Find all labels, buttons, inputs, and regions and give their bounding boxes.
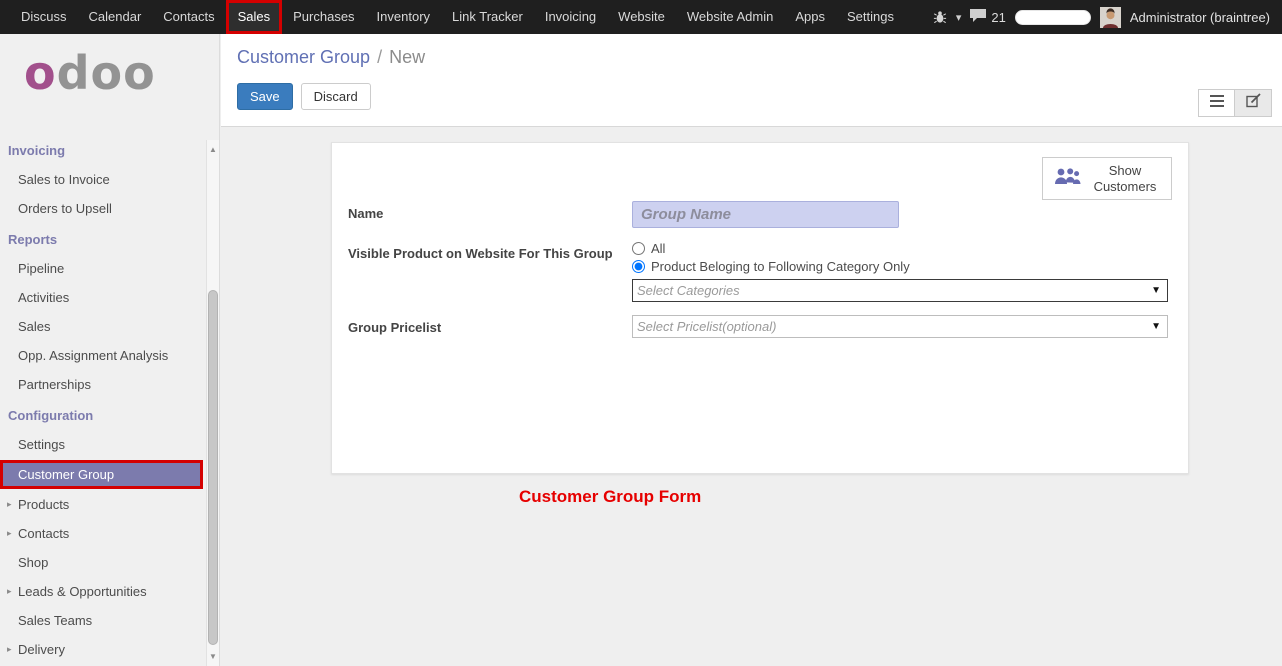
visibility-option-all[interactable]: All [632, 241, 1168, 256]
top-menu-inventory[interactable]: Inventory [366, 0, 441, 34]
sidebar: odoo Invoicing Sales to Invoice Orders t… [0, 34, 220, 666]
discard-button[interactable]: Discard [301, 83, 371, 110]
sidebar-item-label: Products [18, 497, 69, 512]
avatar[interactable] [1100, 7, 1121, 28]
sidebar-item-opp-assignment-analysis[interactable]: Opp. Assignment Analysis [0, 341, 219, 370]
radio-category-only[interactable] [632, 260, 645, 273]
sidebar-item-products[interactable]: ▸ Products [0, 490, 219, 519]
sidebar-item-label: Contacts [18, 526, 69, 541]
breadcrumb-parent-link[interactable]: Customer Group [237, 47, 370, 67]
sidebar-item-customer-group[interactable]: Customer Group [0, 460, 203, 489]
top-menu-website[interactable]: Website [607, 0, 676, 34]
debug-bug-icon[interactable] [933, 10, 947, 24]
top-menu-discuss[interactable]: Discuss [10, 0, 78, 34]
top-menu-contacts[interactable]: Contacts [152, 0, 225, 34]
top-menu-sales[interactable]: Sales [226, 0, 283, 34]
chat-bubble-icon [970, 9, 986, 25]
show-customers-button[interactable]: Show Customers [1042, 157, 1172, 200]
list-view-button[interactable] [1198, 89, 1235, 117]
list-view-icon [1210, 94, 1224, 112]
messages-count: 21 [991, 10, 1005, 25]
expand-arrow-icon: ▸ [7, 586, 12, 597]
sidebar-item-partnerships[interactable]: Partnerships [0, 370, 219, 399]
radio-all-label: All [651, 241, 665, 256]
sidebar-item-activities[interactable]: Activities [0, 283, 219, 312]
progress-pill [1015, 10, 1091, 25]
breadcrumb: Customer Group / New [221, 34, 1282, 68]
sidebar-item-delivery[interactable]: ▸ Delivery [0, 635, 219, 664]
customer-group-form-card: Show Customers Name Visible Product on W… [331, 142, 1189, 474]
group-name-input[interactable] [632, 201, 899, 228]
sidebar-item-pipeline[interactable]: Pipeline [0, 254, 219, 283]
dropdown-caret-icon: ▼ [1151, 321, 1161, 332]
expand-arrow-icon: ▸ [7, 499, 12, 510]
top-menu-invoicing[interactable]: Invoicing [534, 0, 607, 34]
pricelist-select-placeholder: Select Pricelist(optional) [637, 319, 776, 334]
top-menu-purchases[interactable]: Purchases [282, 0, 365, 34]
visibility-option-category[interactable]: Product Beloging to Following Category O… [632, 259, 1168, 274]
control-panel: Customer Group / New Save Discard [221, 34, 1282, 127]
show-customers-label: Show Customers [1089, 163, 1161, 194]
scroll-up-arrow-icon[interactable]: ▲ [207, 144, 219, 156]
edit-pencil-icon [1246, 93, 1261, 113]
sidebar-item-settings[interactable]: Settings [0, 430, 219, 459]
expand-arrow-icon: ▸ [7, 528, 12, 539]
sidebar-item-label: Leads & Opportunities [18, 584, 147, 599]
sidebar-scrollbar: ▲ ▼ [206, 140, 219, 666]
action-buttons: Save Discard [237, 83, 1282, 110]
customers-group-icon [1053, 167, 1081, 190]
sidebar-section-invoicing: Invoicing [0, 134, 219, 165]
sidebar-menu: Invoicing Sales to Invoice Orders to Ups… [0, 126, 219, 664]
topbar-right-cluster: ▾ 21 Administrator (braintree) [933, 7, 1282, 28]
top-menu-website-admin[interactable]: Website Admin [676, 0, 784, 34]
user-menu[interactable]: Administrator (braintree) [1130, 10, 1270, 25]
sidebar-section-reports: Reports [0, 223, 219, 254]
main-content: Customer Group / New Save Discard [221, 34, 1282, 666]
breadcrumb-separator: / [377, 47, 382, 67]
pricelist-select[interactable]: Select Pricelist(optional) ▼ [632, 315, 1168, 338]
sidebar-item-leads-opportunities[interactable]: ▸ Leads & Opportunities [0, 577, 219, 606]
breadcrumb-current: New [389, 47, 425, 67]
odoo-logo: odoo [0, 34, 219, 126]
messages-indicator[interactable]: 21 [970, 9, 1005, 25]
sidebar-section-configuration: Configuration [0, 399, 219, 430]
sidebar-item-label: Delivery [18, 642, 65, 657]
field-row-name: Name [348, 201, 1168, 228]
sidebar-item-shop[interactable]: Shop [0, 548, 219, 577]
sidebar-item-contacts[interactable]: ▸ Contacts [0, 519, 219, 548]
save-button[interactable]: Save [237, 83, 293, 110]
top-navbar: Discuss Calendar Contacts Sales Purchase… [0, 0, 1282, 34]
top-menu-link-tracker[interactable]: Link Tracker [441, 0, 534, 34]
top-menu-settings[interactable]: Settings [836, 0, 905, 34]
scrollbar-thumb[interactable] [208, 290, 218, 645]
dropdown-caret-icon: ▼ [1151, 285, 1161, 296]
visibility-field-label: Visible Product on Website For This Grou… [348, 241, 632, 302]
form-view-button[interactable] [1235, 89, 1272, 117]
sidebar-item-sales[interactable]: Sales [0, 312, 219, 341]
radio-all[interactable] [632, 242, 645, 255]
sidebar-item-orders-to-upsell[interactable]: Orders to Upsell [0, 194, 219, 223]
field-row-pricelist: Group Pricelist Select Pricelist(optiona… [348, 315, 1168, 338]
sidebar-item-sales-to-invoice[interactable]: Sales to Invoice [0, 165, 219, 194]
annotation-caption: Customer Group Form [519, 487, 701, 507]
field-row-visibility: Visible Product on Website For This Grou… [348, 241, 1168, 302]
view-switcher [1198, 89, 1272, 117]
form-view-area: Show Customers Name Visible Product on W… [221, 127, 1282, 507]
top-menu-apps[interactable]: Apps [784, 0, 836, 34]
expand-arrow-icon: ▸ [7, 644, 12, 655]
categories-select-placeholder: Select Categories [637, 283, 740, 298]
radio-category-label: Product Beloging to Following Category O… [651, 259, 910, 274]
name-field-label: Name [348, 201, 632, 228]
scroll-down-arrow-icon[interactable]: ▼ [207, 651, 219, 663]
pricelist-field-label: Group Pricelist [348, 315, 632, 338]
sidebar-item-sales-teams[interactable]: Sales Teams [0, 606, 219, 635]
categories-select[interactable]: Select Categories ▼ [632, 279, 1168, 302]
caret-down-icon[interactable]: ▾ [956, 11, 962, 24]
top-menu-calendar[interactable]: Calendar [78, 0, 153, 34]
